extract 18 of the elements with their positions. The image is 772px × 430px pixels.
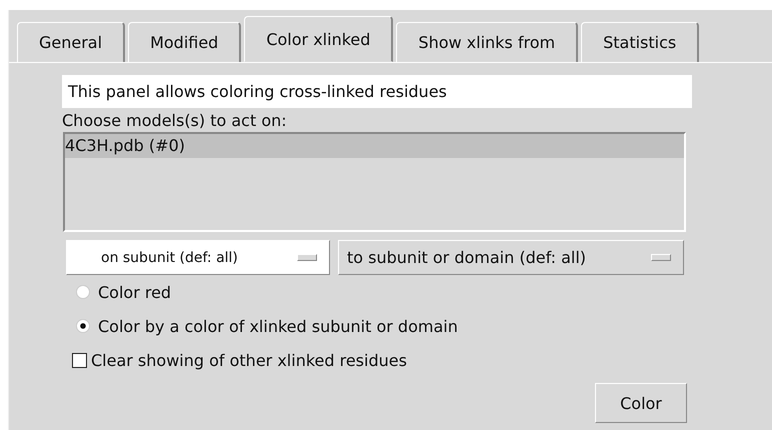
checkbox[interactable] xyxy=(72,352,87,368)
radio-button[interactable] xyxy=(76,285,90,299)
radio-button[interactable] xyxy=(76,319,90,333)
option-label: Clear showing of other xlinked residues xyxy=(91,350,407,370)
option-label: Color red xyxy=(98,282,172,302)
option-label: Color by a color of xlinked subunit or domain xyxy=(98,316,458,336)
models-label: Choose models(s) to act on: xyxy=(62,110,288,132)
tab[interactable]: Show xlinks from xyxy=(396,22,578,62)
list-item[interactable]: 4C3H.pdb (#0) xyxy=(65,134,684,158)
tab[interactable]: General xyxy=(17,22,126,62)
tab[interactable]: Statistics xyxy=(581,22,700,62)
info-text: This panel allows coloring cross-linked residues xyxy=(62,75,692,108)
option-menu[interactable]: on subunit (def: all) xyxy=(66,240,330,275)
color-button[interactable]: Color xyxy=(595,383,687,423)
models-list[interactable]: 4C3H.pdb (#0) xyxy=(63,132,686,232)
option-menu[interactable]: to subunit or domain (def: all) xyxy=(338,240,684,275)
tab[interactable]: Color xlinked xyxy=(244,16,394,62)
tab[interactable]: Modified xyxy=(128,22,242,62)
